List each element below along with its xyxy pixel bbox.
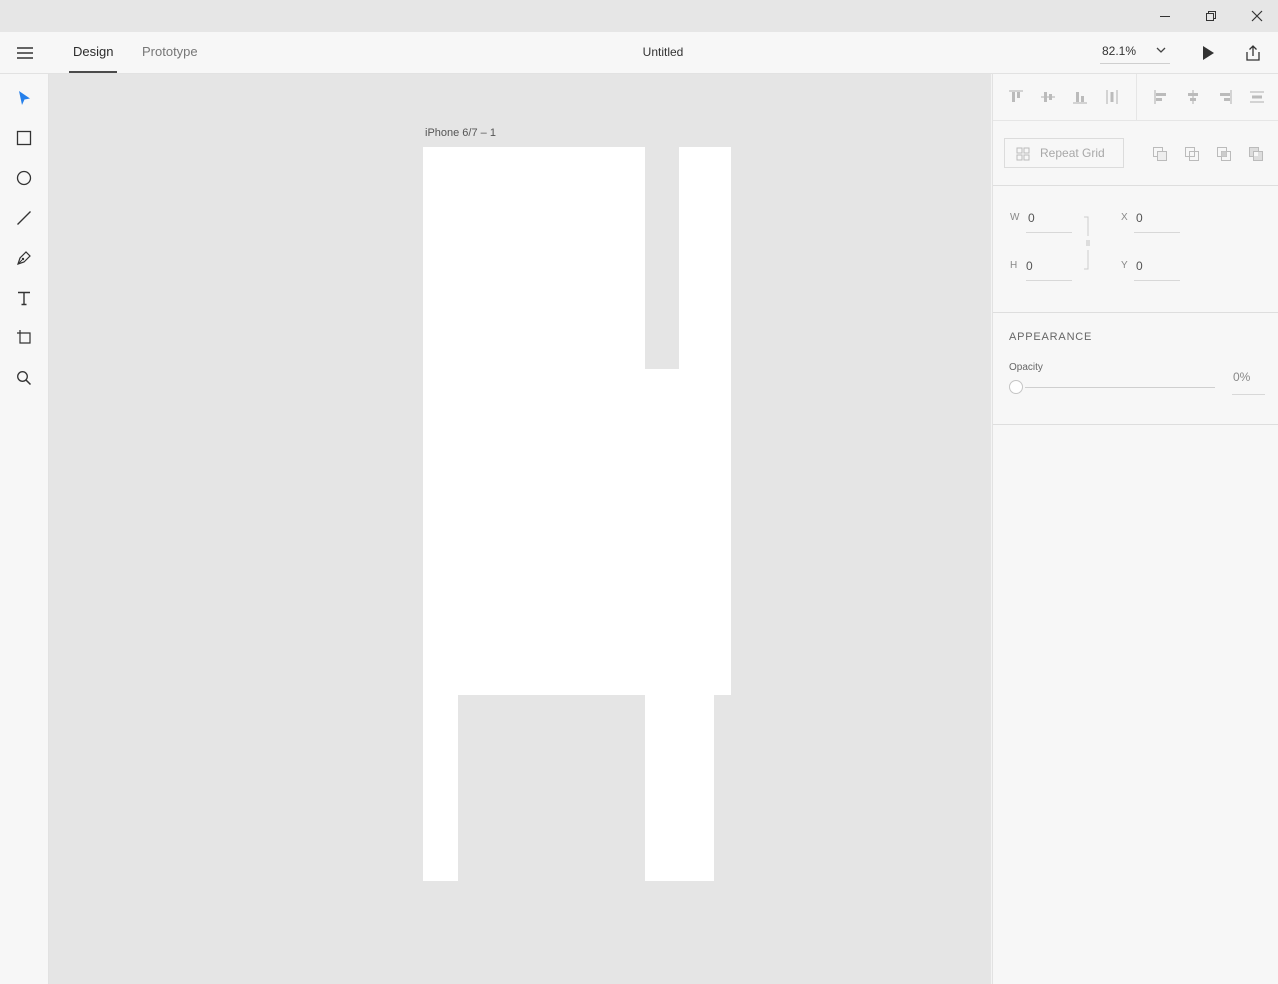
boolean-add-icon xyxy=(1153,147,1167,161)
artboard-region-main xyxy=(423,147,645,695)
artboard-region-middle xyxy=(645,369,679,695)
line-tool[interactable] xyxy=(12,206,36,230)
repeat-grid-button[interactable]: Repeat Grid xyxy=(1004,138,1124,168)
opacity-value-underline xyxy=(1232,394,1265,395)
artboard-region-bottom-right xyxy=(645,695,714,881)
boolean-exclude-icon xyxy=(1249,147,1263,161)
width-label: W xyxy=(1010,212,1020,223)
ellipse-tool[interactable] xyxy=(12,166,36,190)
align-right-button[interactable] xyxy=(1216,88,1234,106)
distribute-vertical-icon xyxy=(1106,90,1118,104)
artboard-icon xyxy=(17,330,31,344)
distribute-horizontal-icon xyxy=(1250,91,1264,103)
zoom-dropdown[interactable]: 82.1% xyxy=(1100,40,1170,64)
align-right-icon xyxy=(1220,90,1232,104)
ellipse-icon xyxy=(16,170,32,186)
boolean-intersect-button[interactable] xyxy=(1216,146,1232,162)
width-underline xyxy=(1026,232,1072,233)
close-button[interactable] xyxy=(1234,0,1278,32)
align-top-button[interactable] xyxy=(1007,88,1025,106)
x-field[interactable]: 0 xyxy=(1136,211,1143,225)
width-field[interactable]: 0 xyxy=(1028,211,1035,225)
boolean-add-button[interactable] xyxy=(1152,146,1168,162)
y-label: Y xyxy=(1121,260,1128,271)
align-middle-icon xyxy=(1041,92,1055,102)
tab-prototype[interactable]: Prototype xyxy=(138,32,202,72)
zoom-underline xyxy=(1100,63,1170,64)
zoom-tool[interactable] xyxy=(12,366,36,390)
restore-icon xyxy=(1206,11,1216,21)
align-top-icon xyxy=(1009,90,1023,102)
x-label: X xyxy=(1121,212,1128,223)
tools-panel xyxy=(0,74,49,984)
distribute-vertical-button[interactable] xyxy=(1103,88,1121,106)
align-bottom-button[interactable] xyxy=(1071,88,1089,106)
text-icon xyxy=(18,291,30,306)
title-bar xyxy=(0,0,1278,32)
align-bottom-icon xyxy=(1073,92,1087,104)
opacity-slider-knob[interactable] xyxy=(1009,380,1023,394)
y-underline xyxy=(1134,280,1180,281)
repeat-grid-label: Repeat Grid xyxy=(1040,146,1105,160)
close-icon xyxy=(1251,10,1263,22)
distribute-horizontal-button[interactable] xyxy=(1248,88,1266,106)
dimensions-section: W 0 H 0 X 0 Y 0 xyxy=(993,186,1278,313)
align-toolbar xyxy=(993,74,1278,121)
height-field[interactable]: 0 xyxy=(1026,259,1033,273)
rectangle-icon xyxy=(16,130,32,146)
magnifier-icon xyxy=(17,371,32,386)
opacity-value-field[interactable]: 0% xyxy=(1233,370,1250,384)
appearance-title: APPEARANCE xyxy=(1009,331,1093,343)
artboard-tool[interactable] xyxy=(12,325,36,349)
hamburger-icon xyxy=(17,47,33,59)
tab-design[interactable]: Design xyxy=(69,32,118,73)
lock-aspect-icon[interactable] xyxy=(1083,216,1093,270)
boolean-exclude-button[interactable] xyxy=(1248,146,1264,162)
design-canvas[interactable]: iPhone 6/7 – 1 xyxy=(49,74,991,984)
align-left-icon xyxy=(1154,90,1166,104)
share-button[interactable] xyxy=(1242,42,1264,64)
pen-icon xyxy=(17,251,31,265)
align-left-button[interactable] xyxy=(1152,88,1170,106)
align-center-button[interactable] xyxy=(1184,88,1202,106)
height-label: H xyxy=(1010,260,1018,271)
play-icon xyxy=(1203,46,1214,60)
pen-tool[interactable] xyxy=(12,246,36,270)
opacity-label: Opacity xyxy=(1009,362,1043,373)
boolean-intersect-icon xyxy=(1217,147,1231,161)
grid-icon xyxy=(1016,147,1030,161)
artboard-label[interactable]: iPhone 6/7 – 1 xyxy=(425,127,496,139)
document-title: Untitled xyxy=(642,45,684,59)
height-underline xyxy=(1026,280,1072,281)
preview-button[interactable] xyxy=(1197,42,1219,64)
appearance-section: APPEARANCE Opacity 0% xyxy=(993,313,1278,425)
property-inspector: Repeat Grid W 0 H 0 X 0 Y 0 APPEARANCE O… xyxy=(992,74,1278,984)
boolean-subtract-icon xyxy=(1185,147,1199,161)
align-middle-button[interactable] xyxy=(1039,88,1057,106)
hamburger-menu-button[interactable] xyxy=(13,44,37,62)
zoom-value: 82.1% xyxy=(1102,44,1137,58)
select-tool[interactable] xyxy=(12,86,36,110)
align-separator xyxy=(1136,74,1137,120)
arrow-pointer-icon xyxy=(19,91,30,105)
rectangle-tool[interactable] xyxy=(12,126,36,150)
x-underline xyxy=(1134,232,1180,233)
y-field[interactable]: 0 xyxy=(1136,259,1143,273)
chevron-down-icon xyxy=(1156,47,1166,53)
text-tool[interactable] xyxy=(12,286,36,310)
opacity-slider-track[interactable] xyxy=(1025,387,1215,388)
minimize-icon xyxy=(1160,16,1170,17)
boolean-subtract-button[interactable] xyxy=(1184,146,1200,162)
line-icon xyxy=(17,211,31,225)
share-icon xyxy=(1246,45,1260,61)
minimize-button[interactable] xyxy=(1142,0,1188,32)
repeat-grid-row: Repeat Grid xyxy=(993,121,1278,186)
artboard-region-right xyxy=(679,147,731,695)
restore-button[interactable] xyxy=(1188,0,1234,32)
artboard-region-bottom-left xyxy=(423,695,458,881)
align-center-icon xyxy=(1188,90,1198,104)
menu-bar: Design Prototype Untitled 82.1% xyxy=(0,32,1278,74)
